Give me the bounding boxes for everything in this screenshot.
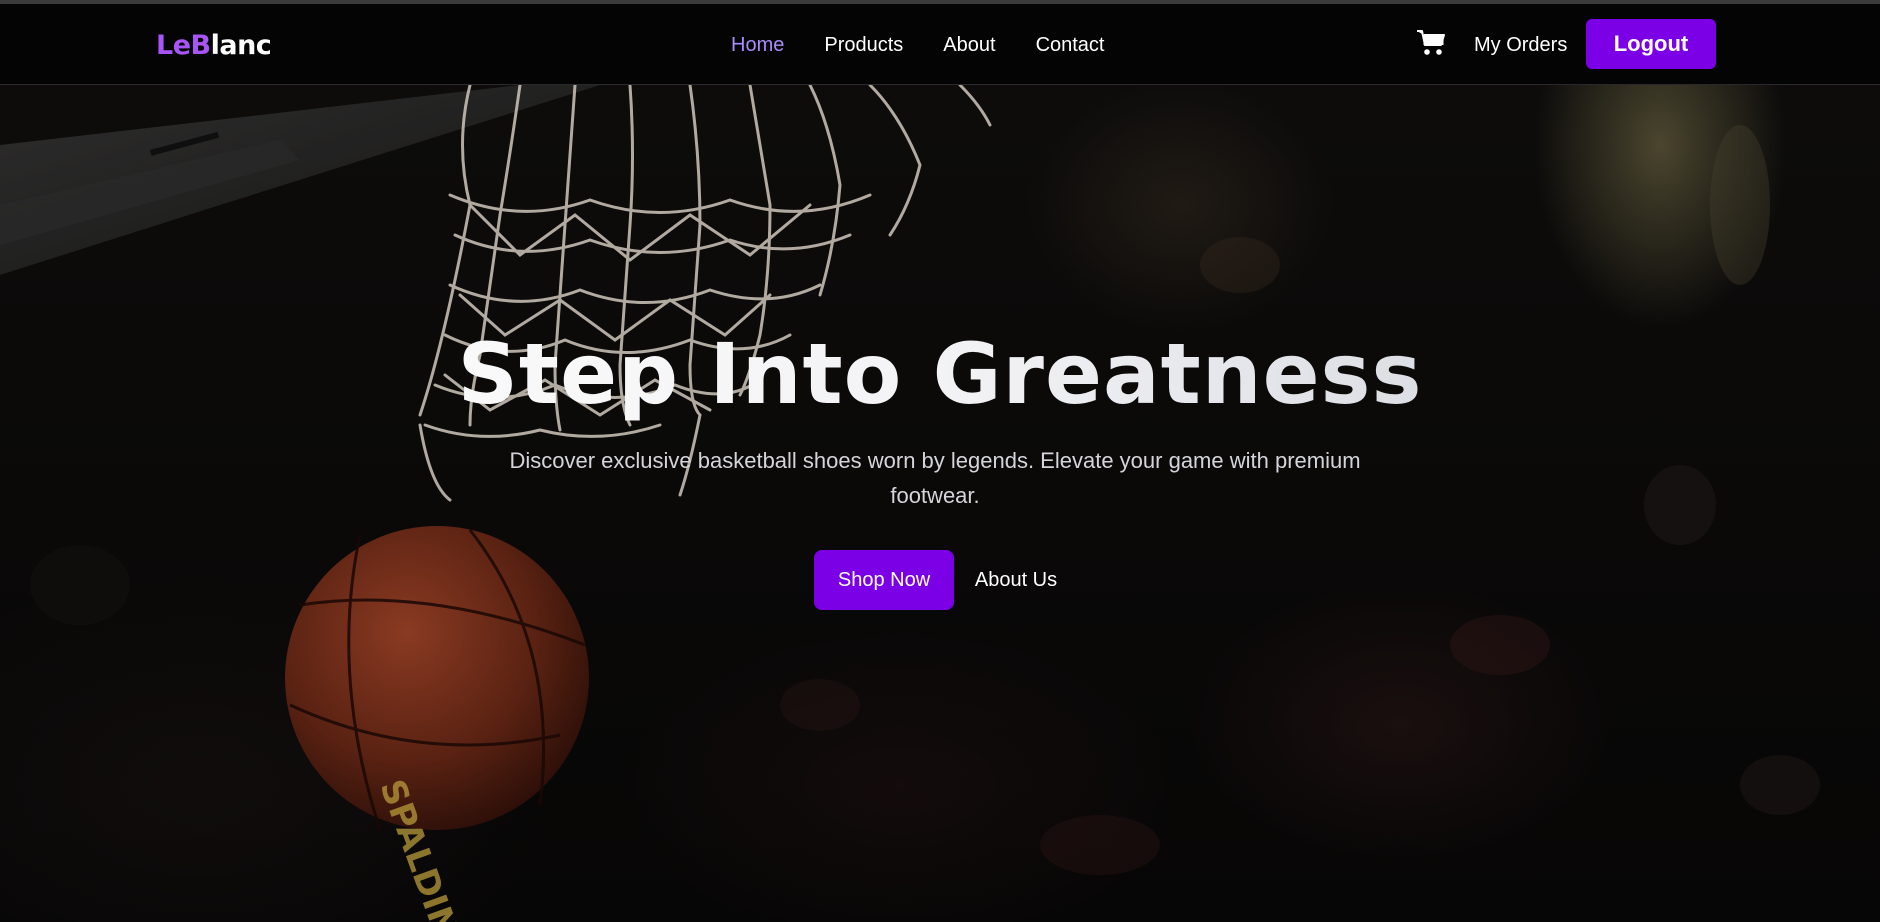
cart-icon[interactable] — [1416, 28, 1446, 58]
hero-subtitle: Discover exclusive basketball shoes worn… — [509, 448, 1361, 508]
nav-links: Home Products About Contact — [731, 34, 1105, 57]
nav-link-products[interactable]: Products — [824, 34, 903, 57]
logout-button[interactable]: Logout — [1586, 19, 1716, 69]
page: LeBlanc Home Products About Contact My O… — [0, 0, 1880, 922]
logo-accent-text: LeB — [156, 30, 211, 61]
about-us-link[interactable]: About Us — [966, 550, 1066, 610]
logo[interactable]: LeBlanc — [156, 30, 272, 61]
hero-headline: Step Into Greatness — [0, 325, 1880, 423]
nav-link-home[interactable]: Home — [731, 34, 784, 57]
window-top-strip — [0, 0, 1880, 4]
nav-link-about[interactable]: About — [943, 34, 995, 57]
navbar: LeBlanc Home Products About Contact My O… — [0, 4, 1880, 85]
nav-link-contact[interactable]: Contact — [1036, 34, 1105, 57]
shop-now-button[interactable]: Shop Now — [814, 550, 954, 610]
hero-section: SPALDING Step Into Greatness Discover ex… — [0, 85, 1880, 922]
logo-text: lanc — [210, 30, 272, 61]
my-orders-link[interactable]: My Orders — [1474, 34, 1567, 57]
